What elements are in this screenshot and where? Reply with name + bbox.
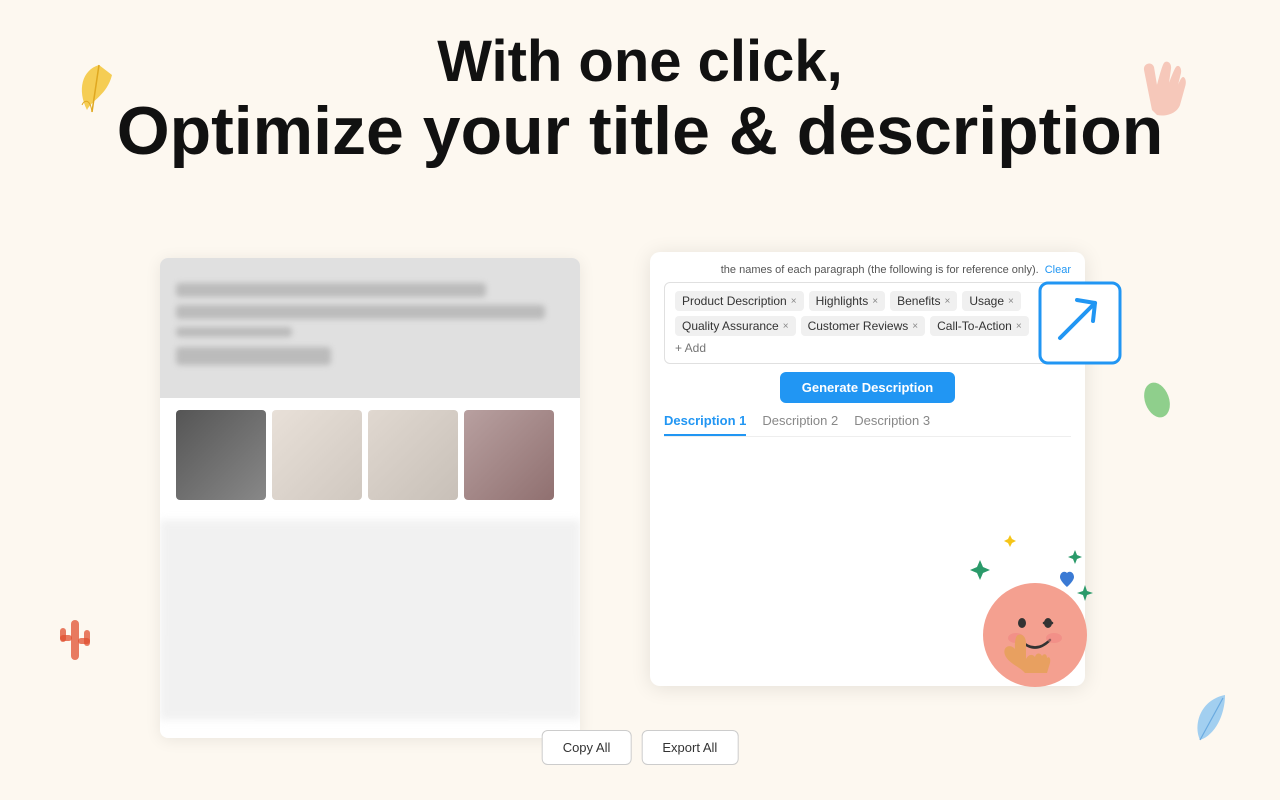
clear-button[interactable]: Clear bbox=[1045, 264, 1071, 276]
tag-label: Quality Assurance bbox=[682, 319, 779, 333]
hero-line1: With one click, bbox=[0, 30, 1280, 94]
product-card-mock bbox=[160, 258, 580, 738]
bottom-buttons: Copy All Export All bbox=[542, 730, 739, 765]
tag-quality-assurance[interactable]: Quality Assurance × bbox=[675, 316, 796, 336]
tag-close-icon[interactable]: × bbox=[783, 321, 789, 332]
export-all-button[interactable]: Export All bbox=[641, 730, 738, 765]
product-thumb-1 bbox=[176, 410, 266, 500]
tag-close-icon[interactable]: × bbox=[912, 321, 918, 332]
tag-highlights[interactable]: Highlights × bbox=[809, 291, 886, 311]
tag-usage[interactable]: Usage × bbox=[962, 291, 1021, 311]
tag-close-icon[interactable]: × bbox=[791, 296, 797, 307]
hint-text: the names of each paragraph (the followi… bbox=[721, 264, 1039, 276]
deco-leaf-bottomright bbox=[1185, 690, 1240, 745]
smiley-deco bbox=[920, 505, 1140, 725]
tag-label: Call-To-Action bbox=[937, 319, 1012, 333]
tag-close-icon[interactable]: × bbox=[944, 296, 950, 307]
tab-description-2[interactable]: Description 2 bbox=[762, 413, 838, 436]
product-thumb-4 bbox=[464, 410, 554, 500]
product-thumb-3 bbox=[368, 410, 458, 500]
panel-hint-row: the names of each paragraph (the followi… bbox=[664, 264, 1071, 276]
tag-call-to-action[interactable]: Call-To-Action × bbox=[930, 316, 1029, 336]
hero-section: With one click, Optimize your title & de… bbox=[0, 0, 1280, 169]
hero-line2: Optimize your title & description bbox=[0, 94, 1280, 169]
copy-all-button[interactable]: Copy All bbox=[542, 730, 632, 765]
blurred-title-block bbox=[176, 283, 564, 373]
tag-close-icon[interactable]: × bbox=[1016, 321, 1022, 332]
product-thumb-2 bbox=[272, 410, 362, 500]
description-tabs: Description 1 Description 2 Description … bbox=[664, 413, 1071, 437]
generate-btn-row: Generate Description bbox=[664, 372, 1071, 403]
deco-leaf-rightmiddle bbox=[1142, 380, 1172, 420]
arrow-deco bbox=[1035, 278, 1125, 368]
tag-customer-reviews[interactable]: Customer Reviews × bbox=[801, 316, 926, 336]
tag-label: Product Description bbox=[682, 294, 787, 308]
product-card-top bbox=[160, 258, 580, 398]
tag-label: Usage bbox=[969, 294, 1004, 308]
tag-benefits[interactable]: Benefits × bbox=[890, 291, 957, 311]
tag-label: Benefits bbox=[897, 294, 940, 308]
tab-description-1[interactable]: Description 1 bbox=[664, 413, 746, 436]
tag-label: Highlights bbox=[816, 294, 869, 308]
product-card-bottom bbox=[160, 520, 580, 720]
deco-cactus bbox=[55, 610, 95, 670]
tag-label: Customer Reviews bbox=[808, 319, 909, 333]
tag-close-icon[interactable]: × bbox=[1008, 296, 1014, 307]
add-tag-input[interactable] bbox=[675, 341, 735, 355]
generate-description-button[interactable]: Generate Description bbox=[780, 372, 956, 403]
product-images-row bbox=[160, 398, 580, 512]
tag-close-icon[interactable]: × bbox=[872, 296, 878, 307]
tag-product-description[interactable]: Product Description × bbox=[675, 291, 804, 311]
tags-container: Product Description × Highlights × Benef… bbox=[664, 282, 1071, 364]
tab-description-3[interactable]: Description 3 bbox=[854, 413, 930, 436]
